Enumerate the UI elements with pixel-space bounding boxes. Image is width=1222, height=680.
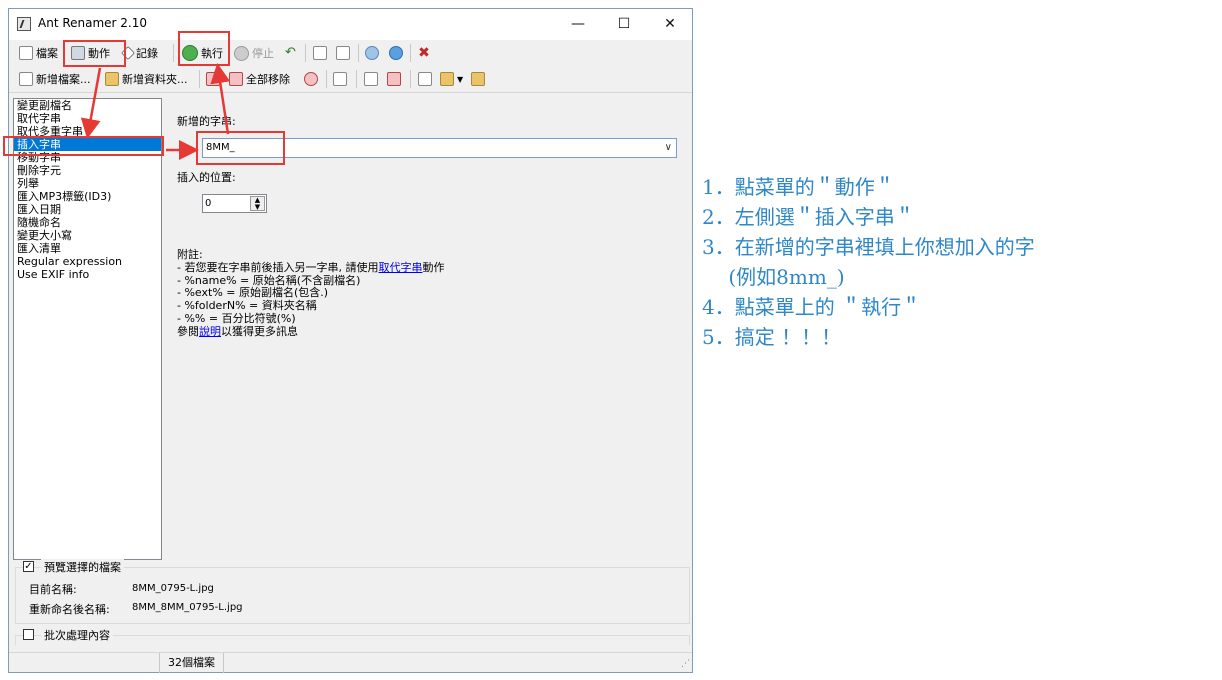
- arrow-actions-to-list: [80, 67, 102, 139]
- instruction-step: 5．搞定 ！！！: [702, 325, 842, 349]
- instruction-step: 3．在新增的字串裡填上你想加入的字: [702, 235, 1035, 259]
- instruction-step: 4．點菜單上的 ＂執行＂: [702, 295, 922, 319]
- instructions-panel: 1．點菜單的＂動作＂ 2．左側選＂插入字串＂ 3．在新增的字串裡填上你想加入的字…: [702, 172, 1035, 352]
- instruction-step: 1．點菜單的＂動作＂: [702, 175, 895, 199]
- annotation-arrows: [80, 63, 231, 160]
- instruction-step: 2．左側選＂插入字串＂: [702, 205, 915, 229]
- instruction-step: (例如8mm_): [702, 265, 845, 289]
- arrow-input-to-go: [210, 63, 231, 135]
